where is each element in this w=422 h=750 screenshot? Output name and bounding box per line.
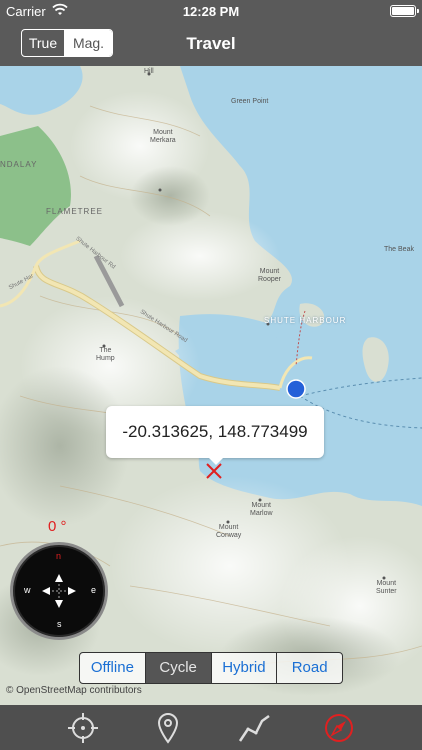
map-type-cycle[interactable]: Cycle [145,653,212,683]
status-time: 12:28 PM [182,4,240,19]
place-label: Mount Conway [216,524,242,539]
crosshair-icon [67,712,98,743]
compass-north-label: n [56,551,62,561]
place-label: The Beak [384,246,414,253]
place-label: Mount Merkara [150,129,176,144]
tab-location-pin[interactable] [150,710,186,746]
tab-bar [0,705,422,750]
map-type-hybrid[interactable]: Hybrid [212,653,278,683]
place-label: NDALAY [0,160,38,169]
coordinate-callout[interactable]: -20.313625, 148.773499 [106,406,324,465]
tab-crosshair[interactable] [65,710,101,746]
compass-south-label: s [57,619,62,629]
battery-icon [390,5,419,17]
place-label: FLAMETREE [46,207,104,216]
map-type-road[interactable]: Road [277,653,342,683]
compass-east-label: e [91,585,97,595]
place-label: Mount Marlow [250,502,273,517]
heading-readout: 0 ° [48,518,67,535]
map-view[interactable]: Hill Green Point Mount Merkara NDALAY FL… [0,66,422,705]
location-dot-icon [286,379,306,399]
compass-arrows-icon [42,574,76,608]
map-type-selector: Offline Cycle Hybrid Road [79,652,343,684]
page-title: Travel [186,34,236,53]
location-pin-icon [158,712,179,744]
tab-compass[interactable] [321,710,357,746]
map-type-offline[interactable]: Offline [80,653,146,683]
place-label: Green Point [231,98,269,105]
compass-icon [325,713,354,742]
place-label: Mount Sunter [376,580,397,595]
place-label: The Hump [96,347,115,362]
dropped-pin-icon[interactable] [205,462,223,480]
nav-bar: True Mag. Travel [0,22,422,66]
map-attribution: © OpenStreetMap contributors [6,685,142,696]
route-icon [238,714,270,742]
tab-route[interactable] [236,710,272,746]
compass-dial[interactable]: n s e w [10,542,108,640]
place-label: Hill [144,68,154,75]
compass-west-label: w [24,585,31,595]
status-bar: Carrier 12:28 PM [0,0,422,22]
place-label: Mount Rooper [258,268,281,283]
place-label: SHUTE HARBOUR [264,316,347,325]
